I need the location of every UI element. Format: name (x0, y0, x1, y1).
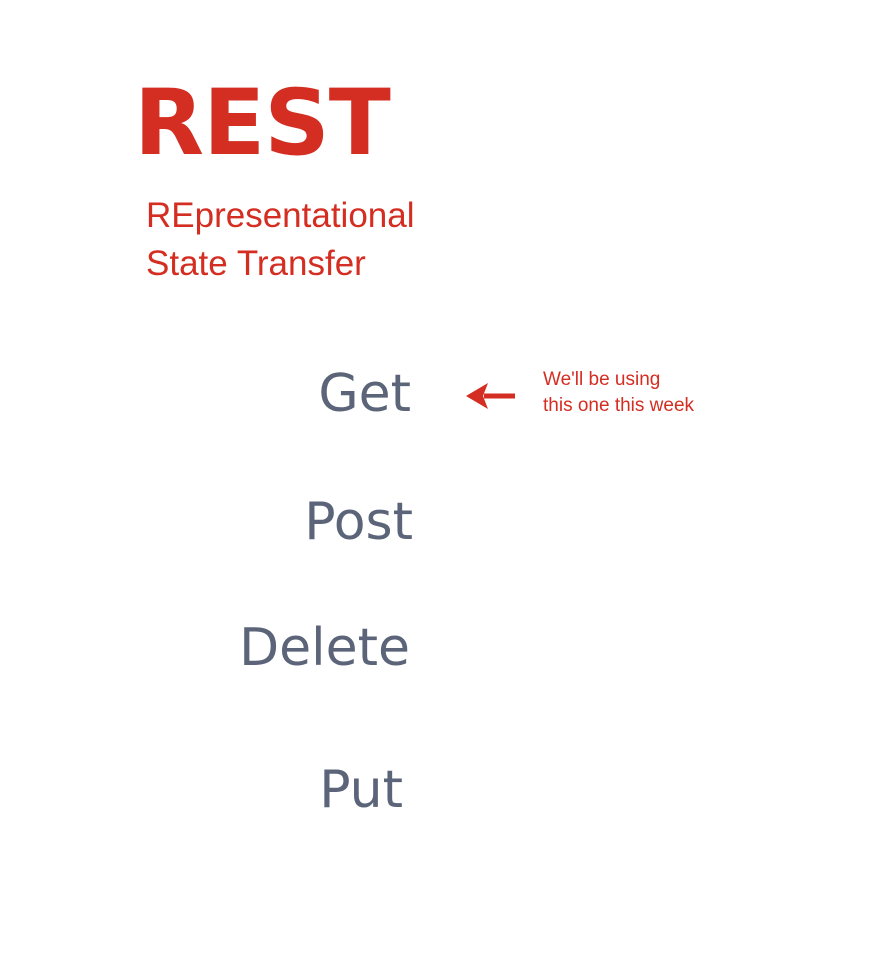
method-put: Put (319, 760, 403, 820)
subtitle-line-1: REpresentational (146, 196, 415, 235)
arrow-shaft (484, 393, 515, 399)
subtitle: REpresentational State Transfer (146, 192, 415, 288)
annotation-note: We'll be using this one this week (543, 367, 694, 419)
method-delete: Delete (239, 618, 410, 678)
annotation-line-1: We'll be using (543, 369, 661, 390)
subtitle-line-2: State Transfer (146, 244, 366, 283)
method-get: Get (318, 364, 411, 424)
arrow-left-icon (466, 383, 515, 409)
method-post: Post (304, 492, 413, 552)
annotation-line-2: this one this week (543, 395, 695, 416)
page-title: REST (134, 71, 391, 176)
